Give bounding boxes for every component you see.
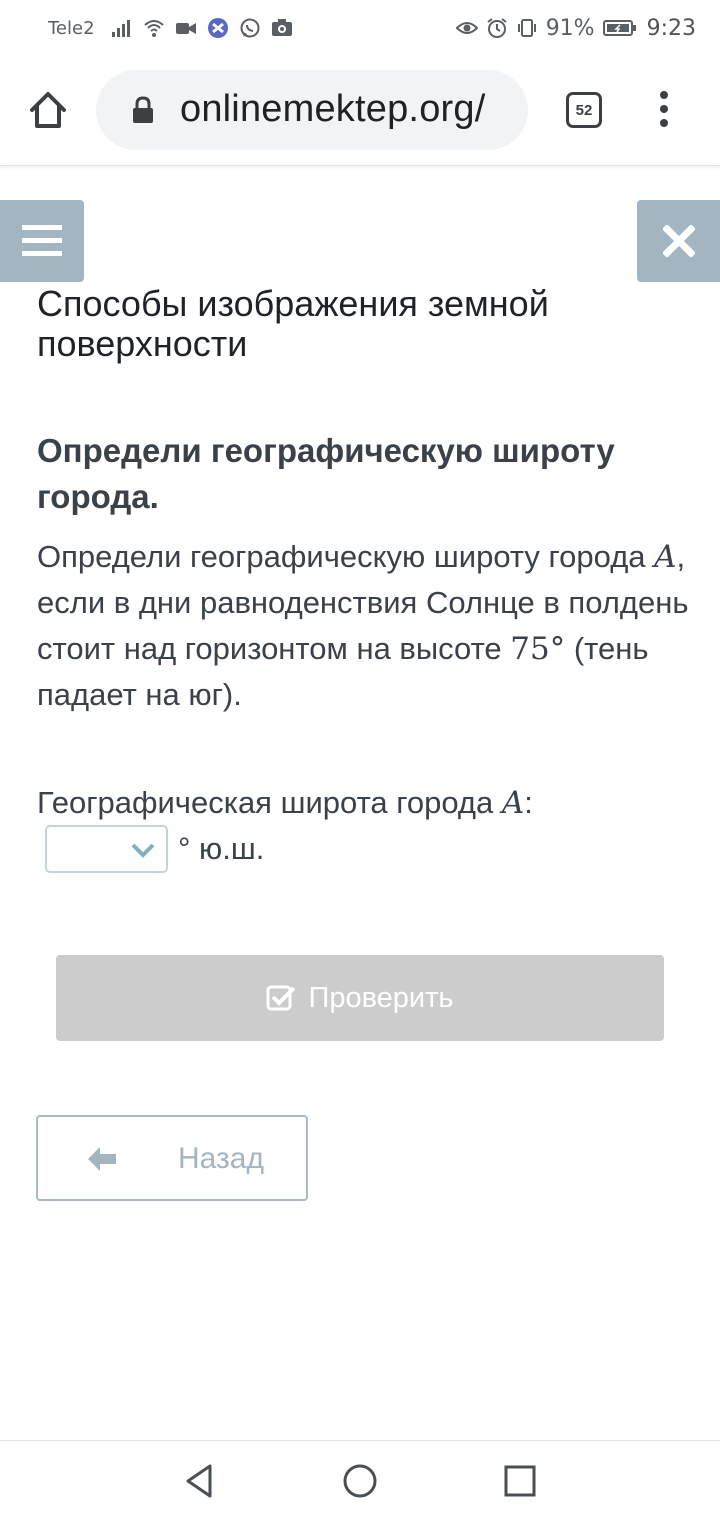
- screen: Tele2 91% 9:23 onlinemektep.org/ 52 Спос…: [0, 0, 720, 1520]
- carrier-label: Tele2: [48, 17, 95, 39]
- overflow-menu-button[interactable]: [650, 88, 678, 132]
- nav-recents-button[interactable]: [500, 1461, 540, 1501]
- task-title: Определи географическую широту города.: [37, 432, 615, 515]
- whatsapp-icon: [239, 17, 261, 39]
- eye-comfort-icon: [455, 17, 479, 39]
- lock-icon: [133, 96, 153, 123]
- vibrate-icon: [516, 17, 538, 39]
- checkbox-check-icon: [266, 985, 296, 1011]
- hamburger-icon: [22, 225, 62, 256]
- camera-icon: [271, 17, 293, 39]
- circle-home-icon: [343, 1464, 377, 1498]
- status-left: Tele2: [48, 17, 293, 39]
- answer-unit: ° ю.ш.: [178, 831, 265, 866]
- task-description: Определи географическую широту города A,…: [37, 534, 697, 718]
- clock: 9:23: [646, 15, 696, 41]
- square-recents-icon: [504, 1465, 536, 1497]
- nav-home-button[interactable]: [340, 1461, 380, 1501]
- video-icon: [175, 17, 197, 39]
- task-text-part: Определи географическую широту города: [37, 539, 655, 574]
- browser-toolbar: onlinemektep.org/ 52: [0, 56, 720, 166]
- status-bar: Tele2 91% 9:23: [0, 0, 720, 56]
- dot-icon: [660, 91, 668, 99]
- math-variable: A: [501, 785, 525, 821]
- answer-label: Географическая широта города A:: [37, 780, 697, 826]
- menu-toggle-button[interactable]: [0, 200, 84, 282]
- close-button[interactable]: [637, 200, 720, 282]
- math-angle: 75°: [510, 631, 566, 667]
- latitude-select[interactable]: [45, 825, 168, 873]
- page-title: Способы изображения земной поверхности: [37, 283, 549, 364]
- status-right: 91% 9:23: [455, 15, 696, 41]
- triangle-back-icon: [186, 1464, 212, 1498]
- wifi-icon: [143, 17, 165, 39]
- math-variable: A: [654, 539, 677, 575]
- battery-icon: [602, 17, 637, 39]
- dot-icon: [660, 119, 668, 127]
- close-icon: [662, 225, 695, 257]
- tab-switcher-button[interactable]: 52: [566, 92, 602, 128]
- app-notification-icon: [207, 17, 229, 39]
- answer-label-text: Географическая широта города: [37, 785, 502, 820]
- battery-percent: 91%: [545, 15, 595, 41]
- system-nav-bar: [0, 1440, 720, 1520]
- nav-back-button[interactable]: [180, 1461, 220, 1501]
- check-button[interactable]: Проверить: [56, 955, 664, 1041]
- alarm-icon: [486, 17, 508, 39]
- chevron-down-icon: [131, 843, 155, 858]
- check-button-label: Проверить: [308, 981, 454, 1014]
- answer-colon: :: [524, 785, 533, 820]
- home-button[interactable]: [24, 86, 72, 134]
- url-text: onlinemektep.org/: [180, 88, 486, 130]
- arrow-left-icon: [88, 1147, 116, 1171]
- back-button-label: Назад: [178, 1142, 264, 1175]
- address-bar[interactable]: onlinemektep.org/: [96, 70, 528, 150]
- back-button[interactable]: Назад: [36, 1115, 308, 1201]
- home-icon: [30, 92, 66, 128]
- signal-icon: [111, 17, 133, 39]
- dot-icon: [660, 105, 668, 113]
- answer-row: ° ю.ш.: [45, 824, 264, 874]
